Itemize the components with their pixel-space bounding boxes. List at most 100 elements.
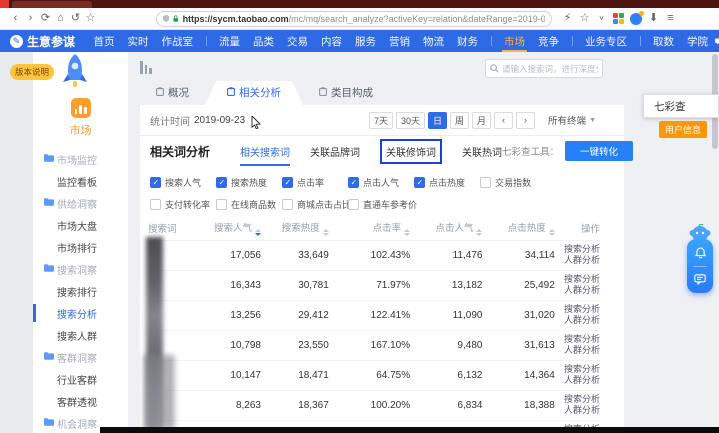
checkbox-icon[interactable]	[348, 199, 359, 210]
sidebar-group-0[interactable]: 市场监控	[33, 148, 128, 170]
checkbox-icon[interactable]	[282, 177, 293, 188]
brand[interactable]: ✎ 生意参谋	[10, 33, 75, 50]
metric-checkbox-6[interactable]: 支付转化率	[150, 198, 216, 211]
nav-item-3-0[interactable]: 业务专区	[585, 30, 627, 52]
nav-item-1-3[interactable]: 内容	[321, 30, 342, 52]
checkbox-icon[interactable]	[414, 177, 425, 188]
forward-icon[interactable]: ›	[23, 13, 38, 24]
table-header-5[interactable]: 点击热度	[482, 217, 554, 240]
sort-caret-icon[interactable]	[255, 229, 261, 236]
nav-item-1-6[interactable]: 物流	[423, 30, 444, 52]
action-link[interactable]: 人群分析	[555, 345, 600, 356]
nav-item-0-2[interactable]: 作战室	[162, 30, 194, 52]
action-link[interactable]: 人群分析	[555, 315, 600, 326]
action-link[interactable]: 搜索分析	[555, 274, 600, 285]
metric-checkbox-5[interactable]: 交易指数	[480, 176, 546, 189]
nav-item-4-1[interactable]: 学院	[687, 30, 708, 52]
action-link[interactable]: 人群分析	[555, 255, 600, 266]
nav-item-1-0[interactable]: 流量	[219, 30, 240, 52]
action-link[interactable]: 搜索分析	[555, 364, 600, 375]
version-badge[interactable]: 版本说明	[10, 64, 54, 80]
nav-item-1-7[interactable]: 财务	[457, 30, 478, 52]
action-link[interactable]: 人群分析	[555, 405, 600, 416]
action-link[interactable]: 搜索分析	[555, 334, 600, 345]
action-link[interactable]: 搜索分析	[555, 244, 600, 255]
checkbox-icon[interactable]	[216, 177, 227, 188]
action-link[interactable]: 搜索分析	[555, 304, 600, 315]
sidebar-module[interactable]: 市场	[33, 98, 128, 138]
nav-item-1-2[interactable]: 交易	[287, 30, 308, 52]
nav-item-2-0[interactable]: 市场	[504, 30, 525, 52]
sidebar-item-7[interactable]: 搜索分析	[33, 302, 128, 324]
tab-0[interactable]: 概况	[140, 81, 205, 105]
metric-checkbox-7[interactable]: 在线商品数	[216, 198, 282, 211]
sidebar-item-10[interactable]: 行业客群	[33, 368, 128, 390]
bookmark-star-icon[interactable]: ☆	[83, 13, 98, 24]
sort-caret-icon[interactable]	[476, 229, 482, 236]
rocket-icon[interactable]	[58, 52, 92, 92]
search-input[interactable]	[502, 64, 598, 74]
date-button-1[interactable]: 30天	[396, 112, 425, 129]
sidebar-item-11[interactable]: 客群透视	[33, 390, 128, 412]
sidebar-group-9[interactable]: 客群洞察	[33, 346, 128, 368]
profile-icon[interactable]	[630, 13, 642, 25]
tab-2[interactable]: 类目构成	[303, 81, 389, 105]
history-icon[interactable]: ↺	[68, 13, 83, 24]
bell-icon[interactable]	[695, 247, 706, 259]
extensions-grid-icon[interactable]	[613, 13, 624, 24]
terminal-select[interactable]: 所有终端 ▼	[548, 113, 596, 127]
flash-icon[interactable]: ⚡	[560, 13, 575, 24]
sidebar-item-3[interactable]: 市场大盘	[33, 214, 128, 236]
table-header-4[interactable]: 点击人气	[410, 217, 482, 240]
qicaicha-popup[interactable]: 七彩查	[643, 94, 719, 118]
date-button-4[interactable]: 月	[472, 112, 491, 129]
table-header-6[interactable]: 操作	[555, 217, 600, 240]
star-icon[interactable]: ☆	[577, 13, 592, 24]
sidebar-item-1[interactable]: 监控看板	[33, 170, 128, 192]
nav-item-0-1[interactable]: 实时	[128, 30, 149, 52]
user-info-badge[interactable]: 用户信息	[659, 121, 707, 138]
metric-checkbox-3[interactable]: 点击人气	[348, 176, 414, 189]
checkbox-icon[interactable]	[348, 177, 359, 188]
chevron-down-icon[interactable]: ˅	[594, 15, 609, 23]
section-tab-2[interactable]: 关联修饰词	[380, 139, 442, 164]
table-header-3[interactable]: 点击率	[329, 217, 410, 240]
sidebar-group-5[interactable]: 搜索洞察	[33, 258, 128, 280]
date-button-3[interactable]: 周	[450, 112, 469, 129]
metric-checkbox-0[interactable]: 搜索人气	[150, 176, 216, 189]
action-link[interactable]: 搜索分析	[555, 394, 600, 405]
sidebar-item-4[interactable]: 市场排行	[33, 236, 128, 258]
checkbox-icon[interactable]	[216, 199, 227, 210]
tab-1[interactable]: 相关分析	[205, 81, 303, 105]
chat-icon[interactable]	[694, 274, 706, 285]
checkbox-icon[interactable]	[150, 199, 161, 210]
metric-checkbox-1[interactable]: 搜索热度	[216, 176, 282, 189]
nav-item-2-1[interactable]: 竞争	[538, 30, 559, 52]
metric-checkbox-2[interactable]: 点击率	[282, 176, 348, 189]
browser-tab[interactable]	[12, 1, 92, 8]
metric-checkbox-8[interactable]: 商城点击占比	[282, 198, 348, 211]
action-link[interactable]: 人群分析	[555, 375, 600, 386]
nav-item-4-0[interactable]: 取数	[653, 30, 674, 52]
date-button-2[interactable]: 日	[428, 112, 447, 129]
sort-caret-icon[interactable]	[404, 229, 410, 236]
reload-icon[interactable]: ⟳	[38, 13, 53, 24]
table-header-2[interactable]: 搜索热度	[261, 217, 329, 240]
nav-item-1-1[interactable]: 品类	[253, 30, 274, 52]
back-icon[interactable]: ‹	[8, 13, 23, 24]
sort-caret-icon[interactable]	[549, 229, 555, 236]
sort-caret-icon[interactable]	[323, 229, 329, 236]
nav-item-1-5[interactable]: 营销	[389, 30, 410, 52]
nav-item-1-4[interactable]: 服务	[355, 30, 376, 52]
sidebar-item-8[interactable]: 搜索人群	[33, 324, 128, 346]
metric-checkbox-9[interactable]: 直通车参考价	[348, 198, 414, 211]
section-tab-3[interactable]: 关联热词	[462, 136, 502, 167]
sidebar-item-6[interactable]: 搜索排行	[33, 280, 128, 302]
url-bar[interactable]: https://sycm.taobao.com/mc/mq/search_ana…	[156, 11, 552, 27]
section-tab-1[interactable]: 关联品牌词	[310, 136, 360, 167]
section-tab-0[interactable]: 相关搜索词	[240, 136, 290, 167]
table-header-1[interactable]: 搜索人气	[198, 217, 261, 240]
keyword-search[interactable]	[485, 59, 603, 78]
action-link[interactable]: 人群分析	[555, 285, 600, 296]
menu-icon[interactable]: ≡	[663, 13, 678, 24]
